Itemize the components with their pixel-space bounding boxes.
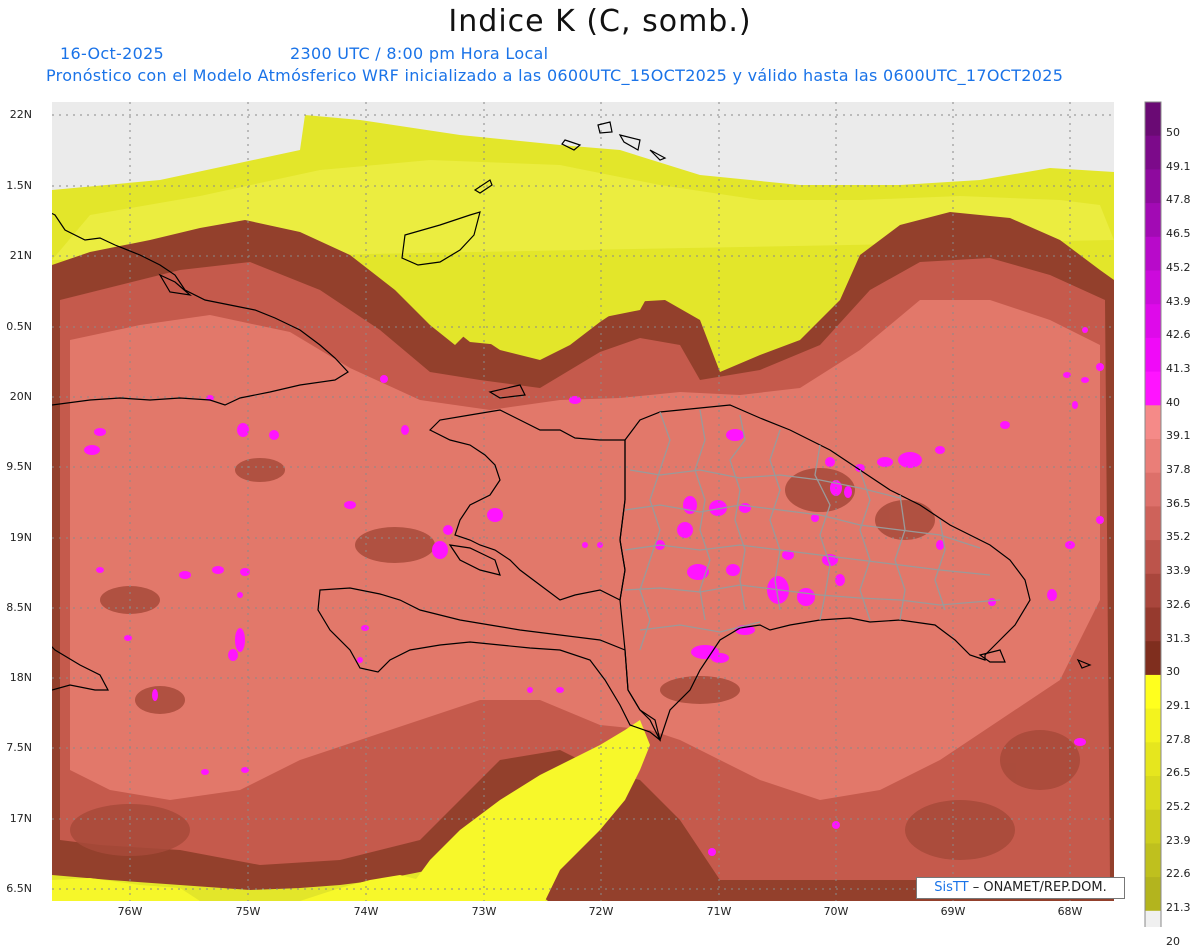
lon-label: 71W [706,905,732,918]
colorbar-label: 26.5 [1166,766,1191,780]
lat-label: 0.5N [6,320,32,333]
colorbar-label: 30 [1166,665,1180,679]
colorbar-label: 32.6 [1166,597,1191,611]
colorbar-swatch [1145,573,1161,608]
colorbar-label: 43.9 [1166,294,1191,308]
colorbar-swatch [1145,405,1161,440]
lat-label: 17N [9,812,32,825]
lat-label: 7.5N [6,741,32,754]
colorbar-swatch [1145,203,1161,238]
colorbar-swatch [1145,607,1161,642]
colorbar-label: 41.3 [1166,361,1191,375]
credit-box: SisTT – ONAMET/REP.DOM. [916,877,1125,899]
lat-label: 22N [9,108,32,121]
colorbar-label: 35.2 [1166,530,1191,544]
colorbar-swatch [1145,674,1161,710]
colorbar-label: 27.8 [1166,732,1191,746]
colorbar-swatch [1145,776,1161,811]
lat-label: 19N [9,531,32,544]
colorbar-swatch [1145,270,1161,305]
colorbar-label: 23.9 [1166,833,1191,847]
colorbar-label: 40 [1166,395,1180,409]
lat-label: 1.5N [6,179,32,192]
lat-label: 6.5N [6,882,32,895]
colorbar-swatch [1145,540,1161,575]
lat-label: 21N [9,249,32,262]
k-index-field [52,102,1114,901]
colorbar-label: 22.6 [1166,867,1191,881]
colorbar-swatch [1145,641,1161,676]
lat-label: 8.5N [6,601,32,614]
lat-label: 9.5N [6,460,32,473]
sistt-logo: SisTT [934,880,969,895]
colorbar-swatch [1145,809,1161,844]
lat-label: 18N [9,671,32,684]
colorbar-swatch [1145,337,1161,373]
colorbar-swatch [1145,102,1161,137]
colorbar-label: 42.6 [1166,328,1191,342]
colorbar-swatch [1145,135,1161,170]
colorbar-label: 29.1 [1166,698,1191,712]
colorbar-swatch [1145,843,1161,878]
colorbar-swatch [1145,708,1161,743]
colorbar-swatch [1145,877,1161,912]
colorbar-label: 37.8 [1166,463,1191,476]
colorbar-label: 47.8 [1166,193,1191,207]
lon-label: 75W [235,905,261,918]
colorbar-swatch [1145,371,1161,406]
lat-label: 20N [9,390,32,403]
colorbar-swatch [1145,304,1161,339]
colorbar-label: 49.1 [1166,159,1191,173]
lon-label: 74W [353,905,379,918]
colorbar-label: 20 [1166,934,1180,948]
lon-label: 69W [940,905,966,918]
colorbar-swatch [1145,742,1161,777]
colorbar-swatch [1145,439,1161,474]
lon-label: 76W [117,905,143,918]
colorbar-swatch [1145,236,1161,271]
colorbar-label: 50 [1166,126,1180,139]
colorbar-label: 46.5 [1166,227,1191,241]
k-index-map [52,101,1162,927]
colorbar-label: 31.3 [1166,631,1191,645]
colorbar-label: 36.5 [1166,496,1191,510]
lon-label: 68W [1057,905,1083,918]
colorbar-label: 33.9 [1166,564,1191,578]
colorbar-label: 21.3 [1166,901,1191,915]
colorbar-swatch [1145,472,1161,507]
lon-label: 73W [471,905,497,918]
colorbar-label: 39.1 [1166,429,1191,443]
colorbar-swatch [1145,506,1161,541]
colorbar [1144,101,1162,927]
colorbar-label: 45.2 [1166,260,1191,274]
lon-label: 72W [588,905,614,918]
colorbar-label: 25.2 [1166,800,1191,813]
credit-text: – ONAMET/REP.DOM. [972,880,1107,895]
colorbar-swatch [1145,910,1161,927]
lon-label: 70W [823,905,849,918]
colorbar-swatch [1145,169,1161,204]
